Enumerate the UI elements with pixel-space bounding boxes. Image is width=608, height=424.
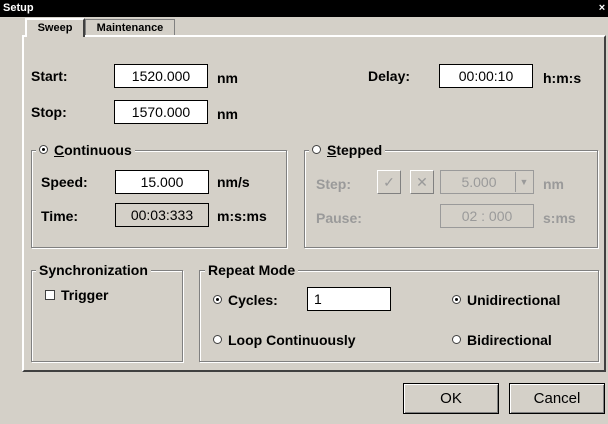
stepped-label: tepped: [336, 142, 383, 158]
step-cancel-icon[interactable]: ✕: [410, 170, 434, 194]
pause-unit: s:ms: [543, 210, 576, 226]
cycles-label: Cycles:: [228, 292, 278, 308]
stop-unit: nm: [217, 106, 238, 122]
continuous-group: [31, 150, 287, 248]
sync-group: [31, 270, 183, 362]
ok-button[interactable]: OK: [403, 383, 499, 414]
speed-label: Speed:: [41, 174, 88, 190]
step-label: Step:: [316, 176, 351, 192]
unidirectional-radio-icon: [452, 295, 461, 304]
bidirectional-label: Bidirectional: [467, 332, 552, 348]
unidirectional-label: Unidirectional: [467, 292, 561, 308]
cycles-radio[interactable]: Cycles:: [213, 292, 278, 308]
loop-radio-icon: [213, 335, 222, 344]
continuous-label-accel: C: [54, 142, 65, 158]
continuous-radio[interactable]: Continuous: [36, 142, 135, 158]
time-unit: m:s:ms: [217, 208, 267, 224]
start-label: Start:: [31, 68, 68, 84]
delay-unit: h:m:s: [543, 70, 582, 86]
trigger-label: Trigger: [61, 287, 109, 303]
stop-input[interactable]: 1570.000: [114, 100, 208, 124]
repeat-mode-legend: Repeat Mode: [205, 262, 299, 278]
speed-unit: nm/s: [217, 174, 250, 190]
stepped-group: [304, 150, 598, 248]
pause-label: Pause:: [316, 210, 362, 226]
cycles-input[interactable]: 1: [307, 287, 391, 311]
repeat-mode-group: [199, 270, 599, 362]
pause-input[interactable]: 02 : 000: [440, 204, 534, 228]
sync-legend: Synchronization: [36, 262, 151, 278]
stepped-radio-icon: [312, 145, 321, 154]
start-input[interactable]: 1520.000: [114, 64, 208, 88]
stop-label: Stop:: [31, 104, 67, 120]
trigger-checkbox[interactable]: Trigger: [45, 287, 108, 303]
tab-sweep-label: Sweep: [37, 22, 73, 34]
time-label: Time:: [41, 208, 79, 224]
loop-continuously-label: Loop Continuously: [228, 332, 356, 348]
bidirectional-radio[interactable]: Bidirectional: [452, 332, 552, 348]
step-value: 5.000: [461, 174, 497, 190]
cancel-button[interactable]: Cancel: [509, 383, 605, 414]
cycles-radio-icon: [213, 295, 222, 304]
unidirectional-radio[interactable]: Unidirectional: [452, 292, 560, 308]
tab-maintenance-label: Maintenance: [96, 22, 164, 34]
loop-continuously-radio[interactable]: Loop Continuously: [213, 332, 356, 348]
tab-sweep[interactable]: Sweep: [25, 18, 85, 37]
step-unit: nm: [543, 176, 564, 192]
start-unit: nm: [217, 70, 238, 86]
stepped-radio[interactable]: Stepped: [309, 142, 386, 158]
window-title: Setup: [3, 2, 34, 14]
tab-maintenance[interactable]: Maintenance: [85, 19, 175, 35]
step-combo[interactable]: 5.000 ▼: [440, 170, 534, 194]
step-confirm-icon[interactable]: ✓: [377, 170, 401, 194]
continuous-radio-icon: [39, 145, 48, 154]
delay-label: Delay:: [368, 68, 411, 84]
chevron-down-icon[interactable]: ▼: [515, 172, 532, 192]
continuous-label: ontinuous: [64, 142, 132, 158]
stepped-label-accel: S: [327, 142, 337, 158]
delay-input[interactable]: 00:00:10: [439, 64, 533, 88]
bidirectional-radio-icon: [452, 335, 461, 344]
time-readout: 00:03:333: [115, 203, 209, 227]
title-bar: Setup ×: [0, 0, 608, 17]
trigger-checkbox-icon: [45, 290, 55, 300]
speed-input[interactable]: 15.000: [115, 170, 209, 194]
setup-dialog: Setup × Sweep Maintenance Start: 1520.00…: [0, 0, 608, 424]
close-icon[interactable]: ×: [597, 2, 607, 14]
